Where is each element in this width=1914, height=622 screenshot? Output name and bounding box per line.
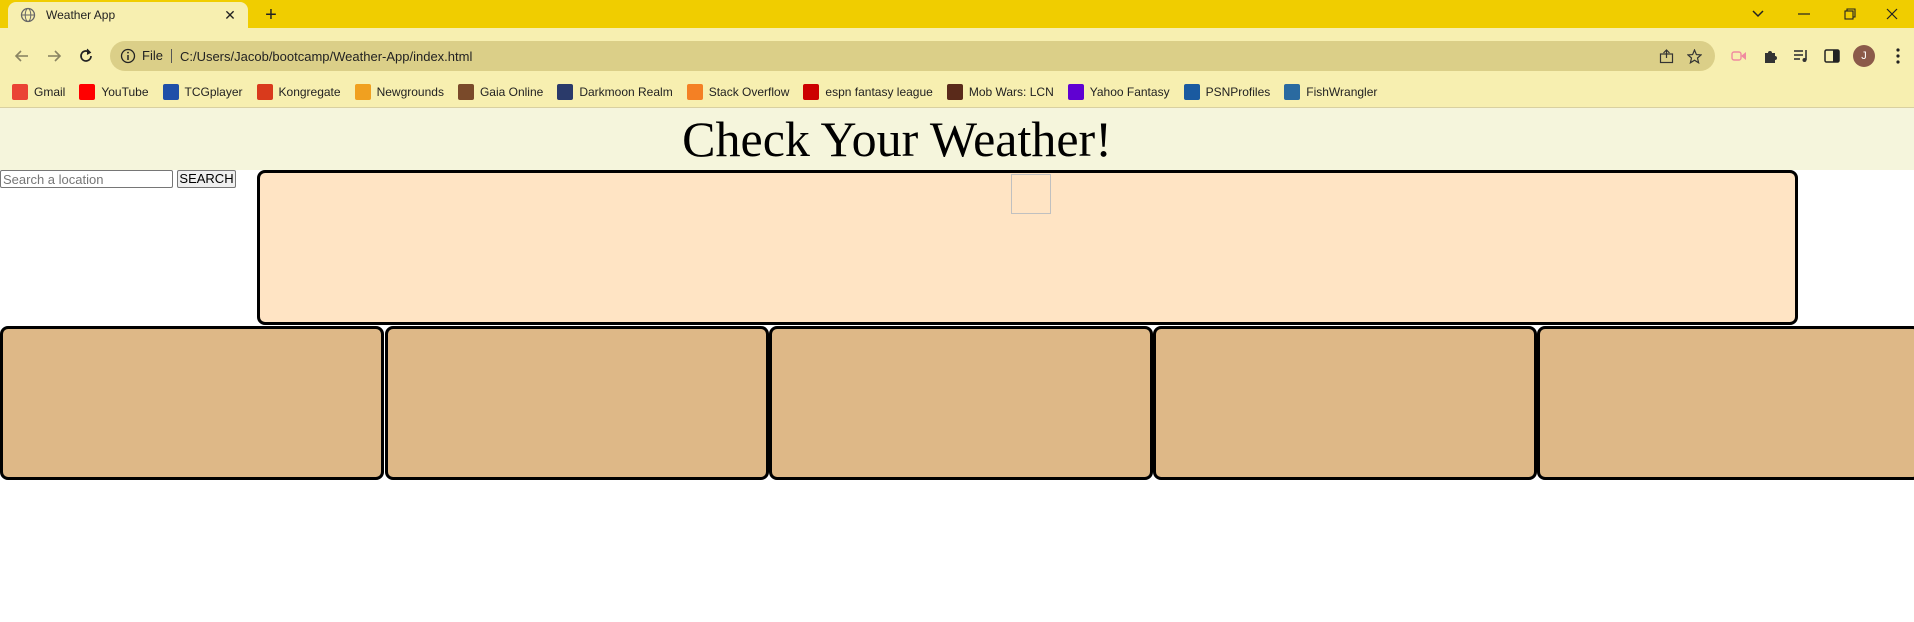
bookmark-item[interactable]: Gaia Online bbox=[457, 83, 544, 100]
media-control-icon[interactable] bbox=[1787, 42, 1815, 70]
forecast-card bbox=[0, 326, 384, 480]
bookmark-favicon-icon bbox=[457, 83, 474, 100]
bookmark-favicon-icon bbox=[79, 83, 96, 100]
side-panel-icon[interactable] bbox=[1818, 42, 1846, 70]
tab-strip: Weather App ✕ + bbox=[0, 0, 1914, 28]
bookmark-label: Gmail bbox=[34, 84, 66, 99]
bookmark-item[interactable]: Gmail bbox=[12, 83, 66, 100]
forward-icon[interactable] bbox=[40, 42, 68, 70]
browser-tab[interactable]: Weather App ✕ bbox=[8, 2, 248, 28]
bookmark-label: espn fantasy league bbox=[825, 84, 933, 99]
minimize-icon[interactable] bbox=[1782, 0, 1826, 28]
star-icon[interactable] bbox=[1684, 47, 1704, 65]
reload-icon[interactable] bbox=[72, 42, 100, 70]
close-tab-icon[interactable]: ✕ bbox=[222, 7, 238, 23]
forecast-card bbox=[385, 326, 769, 480]
forecast-card bbox=[1153, 326, 1537, 480]
bookmark-favicon-icon bbox=[12, 83, 28, 100]
bookmark-item[interactable]: Newgrounds bbox=[354, 83, 444, 100]
bookmark-item[interactable]: Kongregate bbox=[256, 83, 341, 100]
bookmark-favicon-icon bbox=[1067, 83, 1084, 100]
restore-icon[interactable] bbox=[1828, 0, 1872, 28]
bookmark-label: Newgrounds bbox=[376, 84, 444, 99]
address-bar[interactable]: File C:/Users/Jacob/bootcamp/Weather-App… bbox=[110, 41, 1715, 71]
back-icon[interactable] bbox=[8, 42, 36, 70]
bookmark-favicon-icon bbox=[1183, 83, 1200, 100]
extension-icon[interactable] bbox=[1725, 42, 1753, 70]
bookmark-favicon-icon bbox=[557, 83, 574, 100]
bookmark-label: YouTube bbox=[101, 84, 149, 99]
bookmark-item[interactable]: TCGplayer bbox=[162, 83, 243, 100]
search-button[interactable]: SEARCH bbox=[177, 170, 236, 188]
page-title: Check Your Weather! bbox=[682, 111, 1112, 167]
bookmark-favicon-icon bbox=[686, 83, 703, 100]
bookmark-favicon-icon bbox=[946, 83, 963, 100]
weather-icon bbox=[1011, 174, 1051, 214]
bookmark-favicon-icon bbox=[1284, 83, 1301, 100]
bookmark-label: Kongregate bbox=[278, 84, 341, 99]
bookmark-label: Darkmoon Realm bbox=[579, 84, 673, 99]
bookmark-item[interactable]: Mob Wars: LCN bbox=[946, 83, 1054, 100]
menu-kebab-icon[interactable] bbox=[1884, 42, 1912, 70]
bookmark-favicon-icon bbox=[354, 83, 371, 100]
bookmark-item[interactable]: Darkmoon Realm bbox=[557, 83, 673, 100]
bookmark-item[interactable]: YouTube bbox=[79, 83, 149, 100]
tab-search-icon[interactable] bbox=[1736, 0, 1780, 28]
info-icon[interactable] bbox=[120, 48, 136, 64]
bookmark-label: PSNProfiles bbox=[1205, 84, 1271, 99]
bookmark-label: Yahoo Fantasy bbox=[1089, 84, 1170, 99]
current-weather-card bbox=[257, 170, 1798, 325]
bookmark-favicon-icon bbox=[256, 83, 273, 100]
bookmark-favicon-icon bbox=[803, 83, 820, 100]
url-text[interactable]: C:/Users/Jacob/bootcamp/Weather-App/inde… bbox=[180, 49, 472, 64]
bookmark-item[interactable]: espn fantasy league bbox=[803, 83, 933, 100]
extensions-puzzle-icon[interactable] bbox=[1756, 42, 1784, 70]
bookmark-item[interactable]: PSNProfiles bbox=[1183, 83, 1271, 100]
search-input[interactable] bbox=[0, 170, 173, 188]
close-window-icon[interactable] bbox=[1870, 0, 1914, 28]
bookmark-label: Gaia Online bbox=[479, 84, 544, 99]
share-icon[interactable] bbox=[1656, 47, 1676, 65]
avatar: J bbox=[1853, 45, 1875, 67]
page-header: Check Your Weather! bbox=[0, 108, 1914, 170]
new-tab-button[interactable]: + bbox=[260, 4, 282, 26]
globe-icon bbox=[20, 7, 36, 23]
bookmark-favicon-icon bbox=[162, 83, 179, 100]
bookmark-item[interactable]: Yahoo Fantasy bbox=[1067, 83, 1170, 100]
bookmark-label: FishWrangler bbox=[1306, 84, 1378, 99]
profile-avatar[interactable]: J bbox=[1850, 42, 1878, 70]
forecast-card bbox=[769, 326, 1153, 480]
protocol-label: File bbox=[142, 49, 172, 63]
bookmark-item[interactable]: Stack Overflow bbox=[686, 83, 790, 100]
bookmark-item[interactable]: FishWrangler bbox=[1284, 83, 1378, 100]
bookmark-label: Stack Overflow bbox=[708, 84, 790, 99]
bookmark-label: TCGplayer bbox=[184, 84, 243, 99]
bookmark-label: Mob Wars: LCN bbox=[968, 84, 1054, 99]
forecast-card bbox=[1537, 326, 1914, 480]
tab-title: Weather App bbox=[46, 8, 116, 22]
bookmarks-bar: Gmail YouTube TCGplayer Kongregate Newground… bbox=[0, 76, 1914, 108]
